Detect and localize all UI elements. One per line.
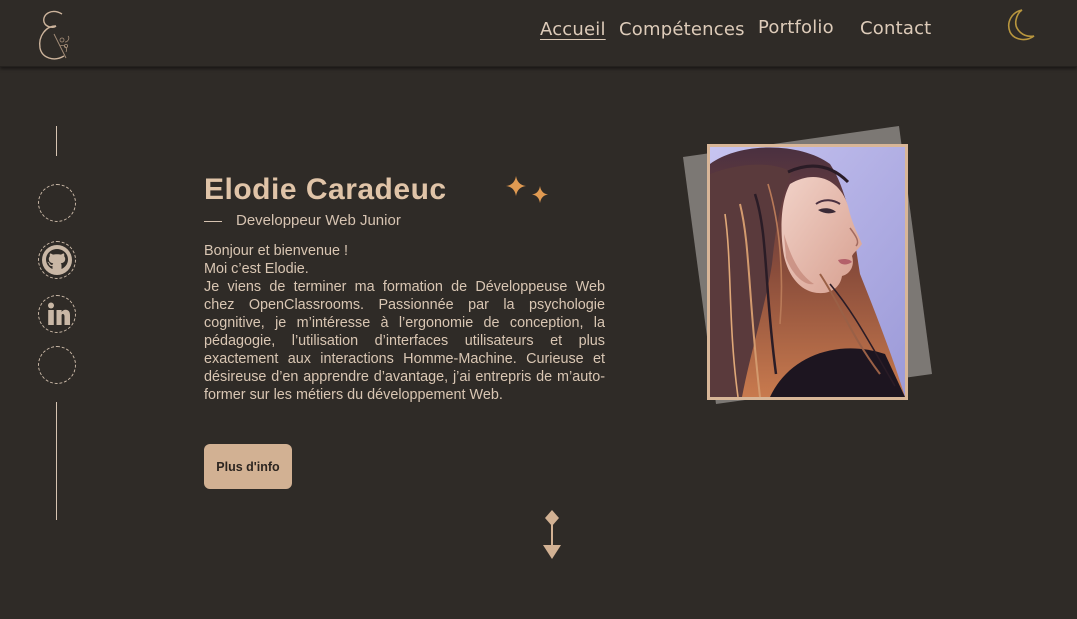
profile-photo-frame bbox=[680, 124, 940, 414]
bio-greeting: Bonjour et bienvenue ! bbox=[204, 243, 349, 259]
linkedin-icon bbox=[48, 302, 70, 325]
social-placeholder-top[interactable] bbox=[38, 184, 76, 222]
nav-link-portfolio[interactable]: Portfolio bbox=[758, 17, 834, 38]
cursive-e-logo-icon[interactable] bbox=[32, 6, 80, 64]
github-icon bbox=[42, 245, 72, 275]
nav-link-contact[interactable]: Contact bbox=[860, 18, 931, 39]
rail-divider-bottom bbox=[56, 402, 57, 520]
rail-divider-top bbox=[56, 126, 57, 156]
profile-role-text: Developpeur Web Junior bbox=[236, 212, 401, 229]
moon-icon[interactable] bbox=[1000, 6, 1038, 44]
scroll-down-arrow-icon[interactable] bbox=[541, 510, 563, 560]
more-info-button[interactable]: Plus d'info bbox=[204, 444, 292, 489]
sparkle-icon bbox=[506, 176, 548, 203]
bio-intro-line: Moi c’est Elodie. bbox=[204, 261, 309, 277]
profile-role: Developpeur Web Junior bbox=[204, 212, 401, 229]
profile-portrait-image bbox=[683, 126, 932, 404]
nav-label-accueil: Accueil bbox=[540, 19, 606, 40]
linkedin-link[interactable] bbox=[38, 295, 76, 333]
role-dash bbox=[204, 220, 222, 222]
github-link[interactable] bbox=[38, 241, 76, 279]
site-header: Accueil Compétences Portfolio Contact bbox=[0, 0, 1077, 67]
social-placeholder-bottom[interactable] bbox=[38, 346, 76, 384]
profile-bio: Bonjour et bienvenue ! Moi c’est Elodie.… bbox=[204, 242, 605, 404]
bio-paragraph: Je viens de terminer ma formation de Dév… bbox=[204, 279, 605, 403]
profile-name: Elodie Caradeuc bbox=[204, 173, 447, 206]
nav-link-accueil[interactable]: Accueil bbox=[540, 19, 606, 40]
nav-link-competences[interactable]: Compétences bbox=[619, 19, 745, 40]
